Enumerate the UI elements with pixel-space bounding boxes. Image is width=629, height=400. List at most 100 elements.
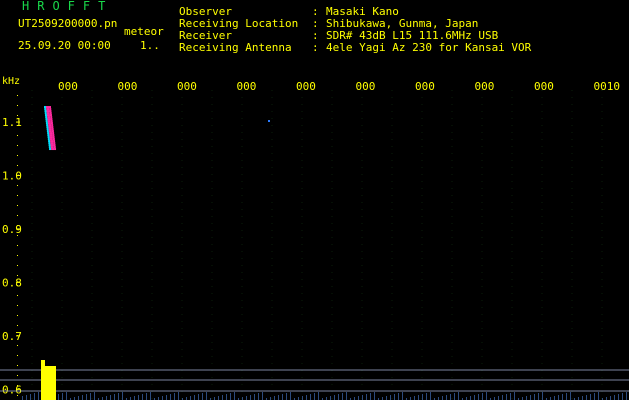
y-minor-tick xyxy=(17,335,18,336)
echo-pixel xyxy=(48,146,51,149)
noise-bar xyxy=(302,396,303,400)
noise-bar xyxy=(22,396,23,400)
noise-bar xyxy=(286,393,287,400)
noise-bar xyxy=(250,395,251,400)
noise-bar xyxy=(598,392,599,400)
noise-bar xyxy=(422,394,423,400)
noise-blip xyxy=(268,120,270,122)
noise-bar xyxy=(290,392,291,400)
echo-pixel xyxy=(48,140,51,143)
noise-bar xyxy=(58,394,59,400)
y-minor-tick xyxy=(17,195,18,196)
noise-bar xyxy=(498,396,499,400)
noise-bar xyxy=(446,395,447,400)
noise-bar xyxy=(358,396,359,400)
y-minor-tick xyxy=(17,105,18,106)
echo-pixel xyxy=(49,138,53,141)
y-minor-tick xyxy=(17,125,18,126)
y-minor-tick xyxy=(17,285,18,286)
y-minor-tick xyxy=(17,165,18,166)
noise-bar xyxy=(278,395,279,400)
echo-pixel xyxy=(50,118,53,121)
echo-pixel xyxy=(47,132,50,135)
y-minor-tick xyxy=(17,235,18,236)
noise-bar xyxy=(106,396,107,400)
noise-bar xyxy=(142,394,143,400)
echo-pixel xyxy=(50,116,53,119)
y-minor-tick xyxy=(17,135,18,136)
noise-bar xyxy=(110,395,111,400)
y-minor-tick xyxy=(17,375,18,376)
noise-bar xyxy=(370,393,371,400)
echo-pixel xyxy=(44,106,46,109)
echo-pixel xyxy=(47,120,51,123)
noise-bar xyxy=(486,392,487,400)
y-minor-tick xyxy=(17,275,18,276)
x-tick-label: 000 xyxy=(415,80,435,93)
noise-bar xyxy=(570,392,571,400)
echo-pixel xyxy=(47,122,51,125)
noise-bar xyxy=(610,396,611,400)
noise-bar xyxy=(626,392,627,400)
echo-pixel xyxy=(48,126,52,129)
noise-bar xyxy=(134,396,135,400)
noise-bar xyxy=(562,394,563,400)
noise-bar xyxy=(66,392,67,400)
noise-bar xyxy=(618,394,619,400)
x-tick-label: 000 xyxy=(177,80,197,93)
echo-pixel xyxy=(44,108,47,111)
noise-bar xyxy=(506,394,507,400)
echo-pixel xyxy=(49,108,52,111)
noise-bar xyxy=(478,394,479,400)
echo-pixel xyxy=(45,116,48,119)
x-tick-label: 000 xyxy=(296,80,316,93)
noise-bar xyxy=(622,393,623,400)
noise-bar xyxy=(258,393,259,400)
echo-pixel xyxy=(51,130,54,133)
echo-pixel xyxy=(48,128,52,131)
y-minor-tick xyxy=(17,175,18,176)
noise-bar xyxy=(150,392,151,400)
noise-bar xyxy=(454,393,455,400)
carrier-spike xyxy=(41,360,45,400)
noise-bar xyxy=(558,395,559,400)
y-minor-tick xyxy=(17,215,18,216)
y-minor-tick xyxy=(17,225,18,226)
echo-pixel xyxy=(49,134,53,137)
noise-bar xyxy=(482,393,483,400)
echo-pixel xyxy=(49,132,53,135)
noise-bar xyxy=(586,395,587,400)
echo-pixel xyxy=(51,124,54,127)
noise-bar xyxy=(514,392,515,400)
noise-bar xyxy=(262,392,263,400)
echo-pixel xyxy=(44,114,47,117)
y-minor-tick xyxy=(17,385,18,386)
echo-pixel xyxy=(50,140,54,143)
echo-pixel xyxy=(53,140,56,143)
x-tick-label: 000 xyxy=(356,80,376,93)
noise-bar xyxy=(314,393,315,400)
echo-pixel xyxy=(52,134,55,137)
echo-pixel xyxy=(53,142,56,145)
noise-bar xyxy=(538,393,539,400)
echo-pixel xyxy=(50,122,53,125)
noise-bar xyxy=(526,396,527,400)
noise-bar xyxy=(198,394,199,400)
y-minor-tick xyxy=(17,345,18,346)
noise-bar xyxy=(138,395,139,400)
noise-bar xyxy=(170,394,171,400)
noise-bar xyxy=(194,395,195,400)
noise-bar xyxy=(394,394,395,400)
echo-pixel xyxy=(45,120,48,123)
echo-pixel xyxy=(47,134,50,137)
noise-bar xyxy=(566,393,567,400)
echo-pixel xyxy=(47,116,51,119)
echo-pixel xyxy=(51,126,54,129)
y-minor-tick xyxy=(17,305,18,306)
echo-pixel xyxy=(50,142,54,145)
noise-bar xyxy=(474,395,475,400)
x-tick-label: 000 xyxy=(58,80,78,93)
noise-bar xyxy=(402,392,403,400)
noise-bar xyxy=(530,395,531,400)
echo-pixel xyxy=(46,108,50,111)
